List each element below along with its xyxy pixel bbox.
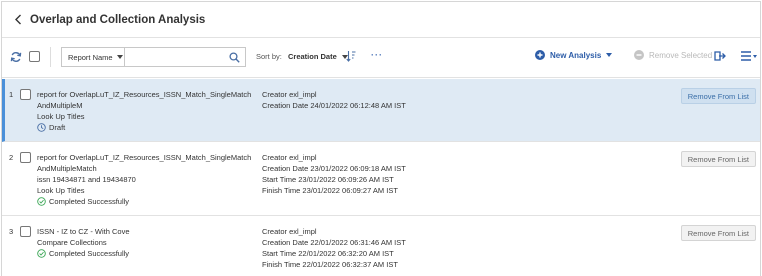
creator: Creator exl_impl (262, 90, 317, 99)
start-time: Start Time 22/01/2022 06:32:20 AM IST (262, 249, 394, 258)
report-meta: Creator exl_impl Creation Date 24/01/202… (262, 89, 406, 111)
row-checkbox[interactable] (20, 152, 31, 163)
report-type: Look Up Titles (37, 112, 85, 121)
sort-direction-icon[interactable] (346, 50, 356, 62)
report-info: report for OverlapLuT_IZ_Resources_ISSN_… (37, 152, 252, 207)
row-number: 3 (9, 227, 14, 236)
status-badge: Draft (37, 122, 252, 133)
report-name-label: Report Name (68, 52, 113, 62)
creation-date: Creation Date 22/01/2022 06:31:46 AM IST (262, 238, 406, 247)
row-number: 2 (9, 153, 14, 162)
search-icon[interactable] (229, 52, 240, 63)
status-badge: Completed Successfully (37, 196, 252, 207)
creator: Creator exl_impl (262, 227, 317, 236)
caret-down-icon (606, 53, 613, 57)
status-text: Completed Successfully (49, 249, 130, 258)
remove-selected-button[interactable]: Remove Selected (634, 50, 712, 60)
check-circle-icon (37, 197, 46, 206)
report-name-dropdown[interactable]: Report Name (61, 47, 124, 67)
search-box (124, 47, 246, 67)
export-icon[interactable] (714, 50, 726, 62)
search-input[interactable] (125, 48, 225, 66)
clock-icon (37, 123, 46, 132)
back-chevron-icon[interactable] (11, 13, 25, 27)
creator: Creator exl_impl (262, 153, 317, 162)
report-info: ISSN - IZ to CZ - With Cove Compare Coll… (37, 226, 252, 259)
status-text: Draft (49, 123, 66, 132)
table-row[interactable]: 3 ISSN - IZ to CZ - With Cove Compare Co… (2, 216, 760, 276)
finish-time: Finish Time 22/01/2022 06:32:37 AM IST (262, 260, 398, 269)
new-analysis-label: New Analysis (550, 50, 602, 60)
creation-date: Creation Date 23/01/2022 06:09:18 AM IST (262, 164, 406, 173)
table-row[interactable]: 1 report for OverlapLuT_IZ_Resources_ISS… (2, 79, 760, 142)
report-info: report for OverlapLuT_IZ_Resources_ISSN_… (37, 89, 252, 133)
table-row[interactable]: 2 report for OverlapLuT_IZ_Resources_ISS… (2, 142, 760, 216)
creation-date: Creation Date 24/01/2022 06:12:48 AM IST (262, 101, 406, 110)
start-time: Start Time 23/01/2022 06:09:26 AM IST (262, 175, 394, 184)
status-text: Completed Successfully (49, 197, 130, 206)
report-description: issn 19434871 and 19434870 (37, 175, 136, 184)
remove-from-list-button[interactable]: Remove From List (680, 225, 756, 241)
report-type: Look Up Titles (37, 186, 85, 195)
report-name[interactable]: ISSN - IZ to CZ - With Cove (37, 226, 252, 237)
sort-field-value: Creation Date (288, 52, 337, 61)
list-menu-icon[interactable] (740, 50, 758, 62)
status-badge: Completed Successfully (37, 248, 252, 259)
new-analysis-button[interactable]: New Analysis (535, 50, 613, 60)
toolbar-divider (50, 47, 51, 67)
sort-by-label: Sort by: (256, 52, 282, 61)
page-title: Overlap and Collection Analysis (30, 13, 206, 26)
row-checkbox[interactable] (20, 89, 31, 100)
minus-circle-icon (634, 50, 644, 60)
caret-down-icon (116, 55, 123, 59)
plus-circle-icon (535, 50, 545, 60)
report-name[interactable]: report for OverlapLuT_IZ_Resources_ISSN_… (37, 152, 252, 174)
finish-time: Finish Time 23/01/2022 06:09:27 AM IST (262, 186, 398, 195)
select-all-checkbox[interactable] (29, 51, 40, 62)
toolbar: Report Name Sort by: Creation Date ··· N… (2, 38, 760, 78)
sort-field-dropdown[interactable]: Creation Date (288, 52, 348, 61)
more-options-button[interactable]: ··· (371, 50, 383, 60)
remove-from-list-button[interactable]: Remove From List (680, 151, 756, 167)
remove-selected-label: Remove Selected (649, 50, 713, 60)
report-meta: Creator exl_impl Creation Date 22/01/202… (262, 226, 406, 270)
page-header: Overlap and Collection Analysis (2, 2, 760, 38)
report-meta: Creator exl_impl Creation Date 23/01/202… (262, 152, 406, 196)
app-frame: Overlap and Collection Analysis Report N… (1, 1, 761, 276)
remove-from-list-button[interactable]: Remove From List (680, 88, 756, 104)
row-checkbox[interactable] (20, 226, 31, 237)
report-type: Compare Collections (37, 238, 107, 247)
check-circle-icon (37, 249, 46, 258)
row-number: 1 (9, 90, 14, 99)
refresh-icon[interactable] (10, 51, 22, 63)
report-name[interactable]: report for OverlapLuT_IZ_Resources_ISSN_… (37, 89, 252, 111)
